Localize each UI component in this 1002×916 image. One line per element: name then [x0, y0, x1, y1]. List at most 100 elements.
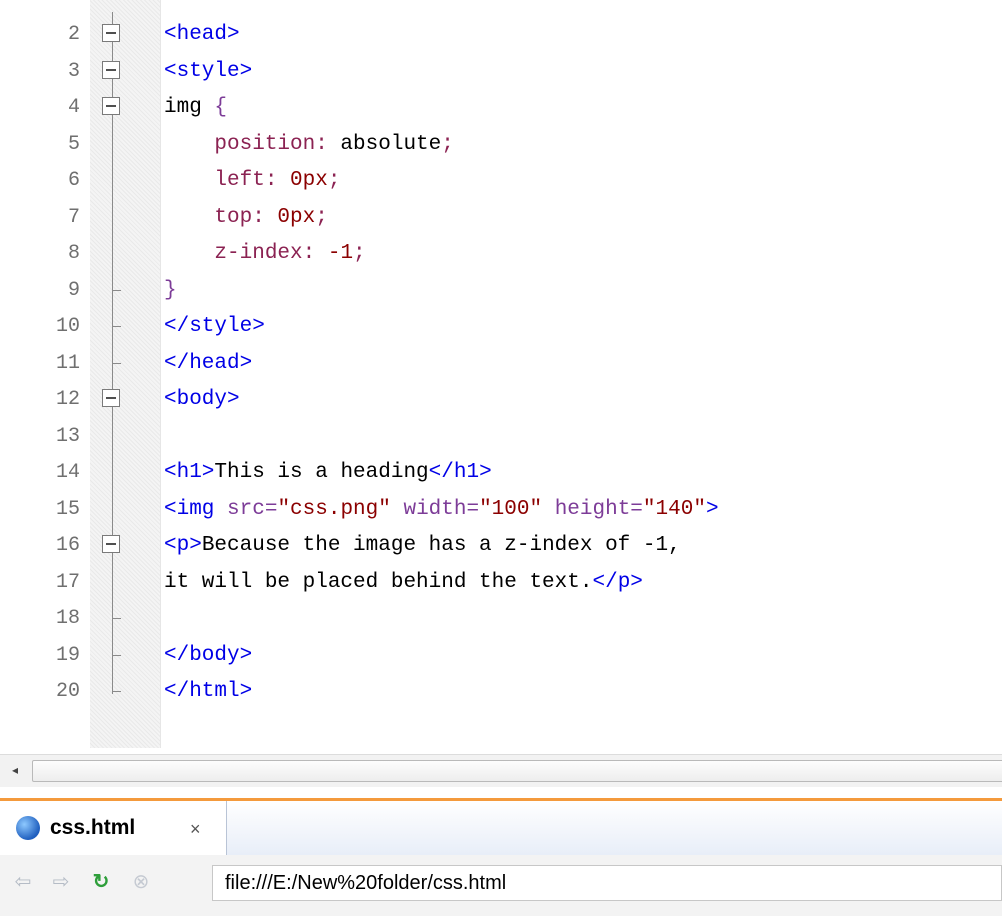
code-text: <style>: [164, 54, 252, 90]
scroll-thumb[interactable]: [32, 760, 1002, 782]
code-line[interactable]: 15 <img src="css.png" width="100" height=…: [0, 492, 1002, 528]
tab-label: css.html: [50, 816, 136, 839]
line-number: 12: [55, 388, 80, 411]
fold-end-marker: [112, 618, 121, 619]
url-text: file:///E:/New%20folder/css.html: [225, 872, 507, 894]
code-token: width=: [390, 498, 480, 521]
code-text: <h1>This is a heading</h1>: [164, 455, 492, 491]
line-number: 8: [67, 242, 80, 265]
code-line[interactable]: 11 </head>: [0, 346, 1002, 382]
code-token: <head>: [164, 23, 240, 46]
code-token: }: [164, 279, 177, 302]
forward-arrow-icon[interactable]: ⇨: [48, 869, 74, 895]
code-token: top:: [164, 206, 265, 229]
code-line[interactable]: 4 img {: [0, 90, 1002, 126]
code-token: "100": [479, 498, 543, 521]
code-token: "css.png": [277, 498, 391, 521]
code-text: top: 0px;: [164, 200, 328, 236]
line-number: 9: [67, 279, 80, 302]
code-token: <body>: [164, 388, 240, 411]
line-number: 14: [55, 461, 80, 484]
code-line[interactable]: 13: [0, 419, 1002, 455]
code-text: position: absolute;: [164, 127, 454, 163]
scroll-left-arrow-icon[interactable]: ◂: [6, 761, 24, 779]
line-number: 3: [67, 60, 80, 83]
code-token: ;: [315, 206, 328, 229]
code-text: <p>Because the image has a z-index of -1…: [164, 528, 681, 564]
code-token: >: [705, 498, 719, 521]
line-number: 11: [55, 352, 80, 375]
tab-bar: css.html ×: [0, 801, 1002, 856]
fold-toggle-icon[interactable]: [102, 389, 120, 407]
code-token: it will be placed behind the text.: [164, 571, 593, 594]
code-text: z-index: -1;: [164, 236, 366, 272]
code-token: <style>: [164, 60, 253, 83]
fold-toggle-icon[interactable]: [102, 24, 120, 42]
code-line[interactable]: 8 z-index: -1;: [0, 236, 1002, 272]
code-token: </p>: [592, 571, 643, 594]
code-text: }: [164, 273, 177, 309]
code-line[interactable]: 3 <style>: [0, 54, 1002, 90]
code-token: </html>: [164, 680, 253, 703]
back-arrow-icon[interactable]: ⇦: [10, 869, 36, 895]
line-number: 13: [55, 425, 80, 448]
code-token: -1: [315, 242, 354, 265]
line-number: 4: [67, 96, 80, 119]
code-line[interactable]: 2 <head>: [0, 17, 1002, 53]
code-token: img: [164, 96, 215, 119]
code-text: <head>: [164, 17, 240, 53]
fold-end-marker: [112, 655, 121, 656]
refresh-icon[interactable]: ↻: [88, 869, 114, 895]
line-number: 10: [55, 315, 80, 338]
code-line[interactable]: 6 left: 0px;: [0, 163, 1002, 199]
code-token: z-index:: [164, 242, 316, 265]
code-line[interactable]: 17 it will be placed behind the text.</p>: [0, 565, 1002, 601]
code-token: </style>: [164, 315, 265, 338]
code-token: ;: [327, 169, 341, 192]
code-token: absolute: [327, 133, 442, 156]
code-line[interactable]: 14 <h1>This is a heading</h1>: [0, 455, 1002, 491]
line-number: 2: [67, 23, 80, 46]
code-text: </body>: [164, 638, 252, 674]
code-line[interactable]: 16 <p>Because the image has a z-index of …: [0, 528, 1002, 564]
code-text: it will be placed behind the text.</p>: [164, 565, 643, 601]
line-number: 7: [67, 206, 80, 229]
code-editor[interactable]: 2 <head> 3 <style> 4 img {5 position: absolut…: [0, 0, 1002, 748]
line-number: 5: [67, 133, 80, 156]
code-line[interactable]: 10 </style>: [0, 309, 1002, 345]
fold-end-marker: [112, 326, 121, 327]
code-text: <img src="css.png" width="100" height="1…: [164, 492, 719, 528]
url-field[interactable]: file:///E:/New%20folder/css.html: [212, 865, 1002, 901]
code-line[interactable]: 18: [0, 601, 1002, 637]
code-line[interactable]: 9}: [0, 273, 1002, 309]
code-line[interactable]: 20 </html>: [0, 674, 1002, 710]
code-token: 0px: [277, 169, 328, 192]
fold-toggle-icon[interactable]: [102, 535, 120, 553]
fold-toggle-icon[interactable]: [102, 61, 120, 79]
line-number: 20: [55, 680, 80, 703]
fold-end-marker: [112, 290, 121, 291]
code-token: height=: [542, 498, 643, 521]
code-token: ;: [441, 133, 454, 156]
code-token: src=: [227, 498, 278, 521]
code-token: <p>: [164, 534, 202, 557]
code-token: <h1>: [164, 461, 215, 484]
code-text: left: 0px;: [164, 163, 340, 199]
line-number: 17: [55, 571, 80, 594]
horizontal-scrollbar[interactable]: ◂: [0, 754, 1002, 787]
line-number: 18: [55, 607, 80, 630]
line-number: 15: [55, 498, 80, 521]
line-number: 16: [55, 534, 80, 557]
code-line[interactable]: 5 position: absolute;: [0, 127, 1002, 163]
tab-css-html[interactable]: css.html ×: [0, 801, 227, 855]
code-token: ;: [353, 242, 366, 265]
code-line[interactable]: 7 top: 0px;: [0, 200, 1002, 236]
code-line[interactable]: 12 <body>: [0, 382, 1002, 418]
code-line[interactable]: 19 </body>: [0, 638, 1002, 674]
fold-toggle-icon[interactable]: [102, 97, 120, 115]
code-token: <img: [164, 498, 228, 521]
line-number: 6: [67, 169, 80, 192]
stop-icon[interactable]: ⊗: [128, 869, 154, 895]
code-token: position:: [164, 133, 328, 156]
close-icon[interactable]: ×: [190, 815, 201, 843]
